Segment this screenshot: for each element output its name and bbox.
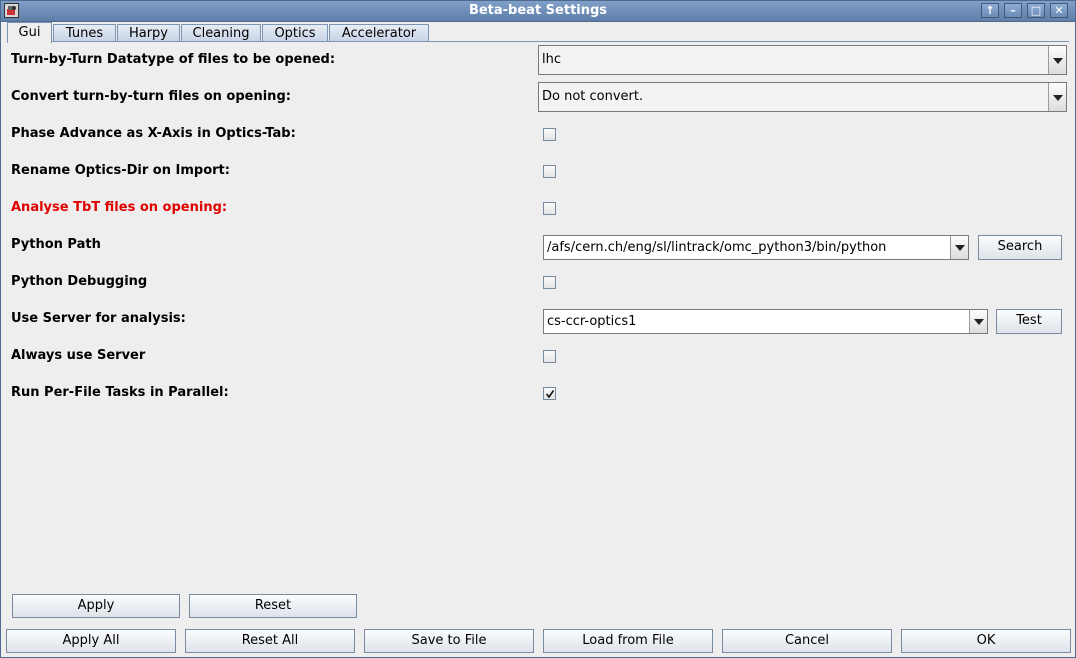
run-parallel-checkbox[interactable] bbox=[543, 387, 556, 400]
convert-tbt-value: Do not convert. bbox=[542, 89, 644, 104]
save-to-file-button[interactable]: Save to File bbox=[364, 629, 534, 653]
server-value[interactable]: cs-ccr-optics1 bbox=[547, 314, 636, 329]
python-debugging-label: Python Debugging bbox=[11, 274, 148, 289]
window-title: Beta-beat Settings bbox=[468, 3, 608, 18]
tab-gui[interactable]: Gui bbox=[7, 22, 52, 43]
tab-accelerator[interactable]: Accelerator bbox=[329, 24, 429, 42]
chevron-down-icon[interactable] bbox=[969, 310, 987, 333]
tbt-datatype-value: lhc bbox=[542, 52, 561, 67]
reset-all-button[interactable]: Reset All bbox=[185, 629, 355, 653]
tab-optics[interactable]: Optics bbox=[262, 24, 328, 42]
python-path-value[interactable]: /afs/cern.ch/eng/sl/lintrack/omc_python3… bbox=[547, 240, 886, 255]
tab-harpy[interactable]: Harpy bbox=[117, 24, 180, 42]
title-bar[interactable]: Beta-beat Settings ↑ – □ ✕ bbox=[1, 1, 1075, 22]
use-server-label: Use Server for analysis: bbox=[11, 311, 186, 326]
convert-tbt-select[interactable]: Do not convert. bbox=[538, 82, 1067, 112]
python-debugging-checkbox[interactable] bbox=[543, 276, 556, 289]
python-path-combo[interactable]: /afs/cern.ch/eng/sl/lintrack/omc_python3… bbox=[543, 235, 969, 260]
checkmark-icon bbox=[545, 390, 555, 399]
restore-icon[interactable]: □ bbox=[1027, 3, 1045, 18]
ok-button[interactable]: OK bbox=[901, 629, 1071, 653]
apply-all-button[interactable]: Apply All bbox=[6, 629, 176, 653]
phase-advance-checkbox[interactable] bbox=[543, 128, 556, 141]
analyse-tbt-label: Analyse TbT files on opening: bbox=[11, 200, 228, 215]
cancel-button[interactable]: Cancel bbox=[722, 629, 892, 653]
tab-content-border bbox=[7, 41, 1069, 42]
tbt-datatype-label: Turn-by-Turn Datatype of files to be ope… bbox=[11, 52, 336, 67]
search-button[interactable]: Search bbox=[978, 235, 1062, 260]
chevron-down-icon[interactable] bbox=[950, 236, 968, 259]
apply-button[interactable]: Apply bbox=[12, 594, 180, 618]
test-button[interactable]: Test bbox=[996, 309, 1062, 334]
server-combo[interactable]: cs-ccr-optics1 bbox=[543, 309, 988, 334]
chevron-down-icon[interactable] bbox=[1048, 83, 1066, 111]
minimize-icon[interactable]: – bbox=[1004, 3, 1022, 18]
convert-tbt-label: Convert turn-by-turn files on opening: bbox=[11, 89, 291, 104]
python-path-label: Python Path bbox=[11, 237, 101, 252]
rename-optics-label: Rename Optics-Dir on Import: bbox=[11, 163, 230, 178]
rename-optics-checkbox[interactable] bbox=[543, 165, 556, 178]
tab-cleaning[interactable]: Cleaning bbox=[181, 24, 261, 42]
reset-button[interactable]: Reset bbox=[189, 594, 357, 618]
tbt-datatype-select[interactable]: lhc bbox=[538, 45, 1067, 75]
always-server-label: Always use Server bbox=[11, 348, 146, 363]
tab-tunes[interactable]: Tunes bbox=[53, 24, 116, 42]
close-icon[interactable]: ✕ bbox=[1050, 3, 1068, 18]
maximize-up-icon[interactable]: ↑ bbox=[981, 3, 999, 18]
load-from-file-button[interactable]: Load from File bbox=[543, 629, 713, 653]
analyse-tbt-checkbox[interactable] bbox=[543, 202, 556, 215]
phase-advance-label: Phase Advance as X-Axis in Optics-Tab: bbox=[11, 126, 296, 141]
settings-window: Beta-beat Settings ↑ – □ ✕ Gui Tunes Har… bbox=[0, 0, 1076, 658]
run-parallel-label: Run Per-File Tasks in Parallel: bbox=[11, 385, 229, 400]
chevron-down-icon[interactable] bbox=[1048, 46, 1066, 74]
always-server-checkbox[interactable] bbox=[543, 350, 556, 363]
